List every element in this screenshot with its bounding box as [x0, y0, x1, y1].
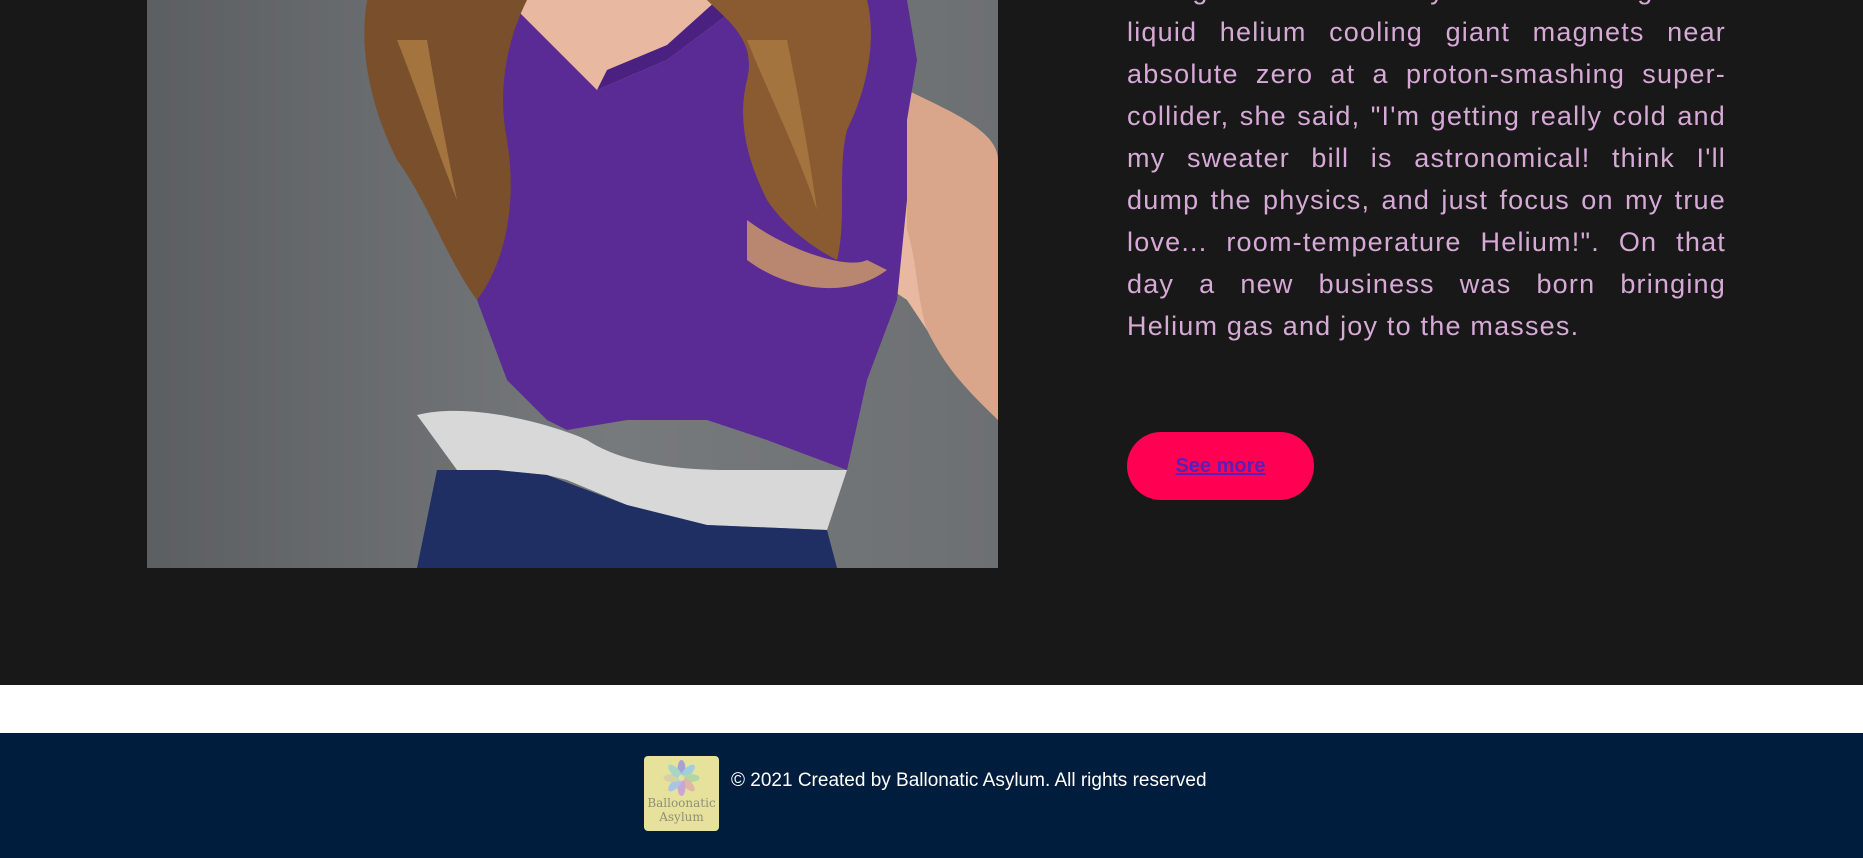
founder-photo	[147, 0, 998, 568]
logo-text-line1: Balloonatic	[647, 796, 716, 810]
balloon-burst-icon	[663, 760, 700, 796]
logo-text-line2: Asylum	[659, 810, 704, 824]
about-section: two goldfish. One day while working with…	[0, 0, 1863, 685]
logo-wordmark: Balloonatic Asylum	[644, 796, 719, 824]
section-divider	[0, 685, 1863, 733]
site-footer: Balloonatic Asylum © 2021 Created by Bal…	[0, 733, 1863, 858]
see-more-button[interactable]: See more	[1127, 432, 1314, 500]
copyright-text: © 2021 Created by Ballonatic Asylum. All…	[731, 770, 1207, 791]
balloonatic-asylum-logo: Balloonatic Asylum	[644, 756, 719, 831]
company-story-text: two goldfish. One day while working with…	[1127, 0, 1726, 341]
founder-photo-illustration	[364, 0, 998, 568]
